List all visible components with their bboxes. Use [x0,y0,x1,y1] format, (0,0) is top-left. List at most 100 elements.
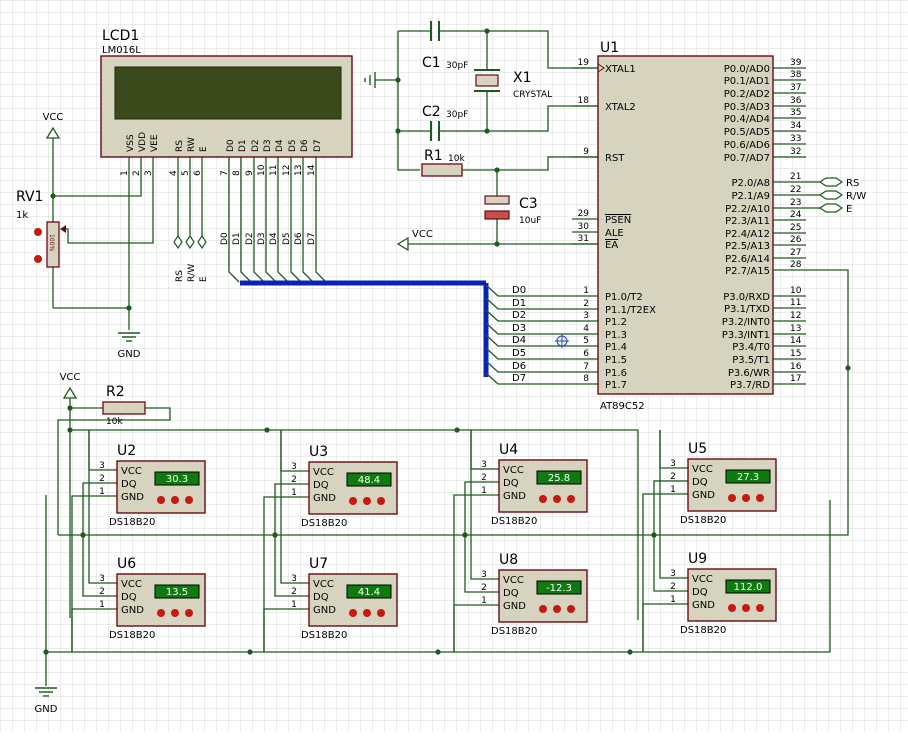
r1-ref-label: R1 [424,148,443,164]
mcu-pin-number: 3 [583,311,589,321]
sensor-button-icon[interactable] [157,496,165,504]
bus-net-label: D5 [512,348,526,359]
lcd-pin-number: 8 [232,170,242,176]
r2-body [102,401,146,415]
mcu-pin-name: XTAL2 [605,102,636,113]
sensor-button-icon[interactable] [171,609,179,617]
mcu-pin-number: 6 [583,349,589,359]
mcu-pin-name: P3.0/RXD [723,292,770,303]
sensor-button-icon[interactable] [363,497,371,505]
sensor-pin-number: 2 [481,473,487,483]
mcu-pin-number: 1 [583,286,589,296]
bus-net-label: D7 [512,373,526,384]
mcu-pin-number: 33 [790,134,801,144]
lcd-pin-label: D4 [275,139,285,152]
sensor-button-icon[interactable] [742,494,750,502]
mcu-pin-number: 24 [790,210,802,220]
sensor-button-icon[interactable] [157,609,165,617]
sensor-button-icon[interactable] [553,495,561,503]
sensor-button-icon[interactable] [728,494,736,502]
mcu-terminal-icon [818,203,844,213]
lcd-pin-label: RS [175,140,185,152]
sensor-pin-number: 2 [481,583,487,593]
sensor-button-icon[interactable] [728,604,736,612]
sensor-pin-number: 3 [481,570,487,580]
mcu-ref-label: U1 [600,40,619,56]
mcu-pin-number: 30 [578,222,590,232]
mcu-pin-name: P2.0/A8 [731,178,770,189]
sensor-pin-label: DQ [313,592,329,603]
sensor-pin-label: DQ [313,480,329,491]
sensor-pin-label: DQ [121,592,137,603]
sensor-button-icon[interactable] [349,609,357,617]
sensor-button-icon[interactable] [756,604,764,612]
lcd-ref-label: LCD1 [102,28,139,44]
sensor-pin-number: 1 [99,487,105,497]
mcu-pin-number: 35 [790,108,801,118]
mcu-pin-number: 21 [790,172,801,182]
mcu-pin-name: P3.2/INT0 [722,317,770,328]
sensor-pin-number: 1 [291,600,297,610]
mcu-pin-number: 31 [578,234,589,244]
junction-dot [484,128,490,134]
lcd-pin-number: 6 [193,170,203,176]
mcu-terminal-icon [818,190,844,200]
mcu-pin-number: 27 [790,248,801,258]
sensor-button-icon[interactable] [539,605,547,613]
sensor-pin-label: VCC [313,579,334,590]
junction-dot [627,649,633,655]
c1-ref-label: C1 [422,55,441,71]
sensor-button-icon[interactable] [377,609,385,617]
lcd-pin-number: 5 [181,170,191,176]
sensor-part-label: DS18B20 [301,518,347,529]
lcd-data-label: D3 [257,232,267,245]
sensor-button-icon[interactable] [553,605,561,613]
lcd-data-label: D5 [282,232,292,245]
sensor-button-icon[interactable] [539,495,547,503]
temperature-reading: 30.3 [166,474,188,485]
lcd-data-label: D6 [294,232,304,245]
lcd-ctrl-terminal-label: E [199,276,209,282]
sensor-button-icon[interactable] [756,494,764,502]
temperature-reading: 27.3 [737,472,759,483]
mcu-pin-number: 4 [583,324,589,334]
mcu-pin-name: P3.6/WR [728,368,770,379]
junction-dot [454,427,460,433]
sensor-part-label: DS18B20 [491,516,537,527]
sensor-button-icon[interactable] [742,604,750,612]
sensor-button-icon[interactable] [363,609,371,617]
bus-net-label: D3 [512,323,526,334]
junction-dot [272,532,278,538]
mcu-terminal-icon [818,177,844,187]
sensor-button-icon[interactable] [567,605,575,613]
mcu-pin-name: P0.5/AD5 [724,127,770,138]
sensor-pin-number: 3 [291,574,297,584]
mcu-pin-name: P2.4/A12 [725,229,770,240]
sensor-button-icon[interactable] [349,497,357,505]
sensor-button-icon[interactable] [567,495,575,503]
mcu-pin-name: P1.6 [605,368,627,379]
sensor-button-icon[interactable] [171,496,179,504]
sensor-pin-number: 2 [99,587,105,597]
junction-dot [435,649,441,655]
mcu-pin-name: P0.7/AD7 [724,153,770,164]
sensor-ref-label: U7 [309,556,328,572]
sensor-button-icon[interactable] [185,496,193,504]
sensor-pin-label: DQ [692,477,708,488]
lcd-pin-number: 1 [120,170,130,176]
lcd-pin-label: VEE [150,134,160,152]
bus-net-label: D4 [512,335,526,346]
sensor-button-icon[interactable] [185,609,193,617]
sensor-ref-label: U3 [309,444,328,460]
sensor-part-label: DS18B20 [109,630,155,641]
sensor-button-icon[interactable] [377,497,385,505]
lcd-pin-number: 7 [220,170,230,176]
mcu-pin-number: 12 [790,311,801,321]
mcu-terminal-label: R/W [846,191,866,202]
lcd-pin-label: D1 [238,139,248,152]
sensor-pin-number: 2 [670,472,676,482]
mcu-pin-number: 15 [790,349,801,359]
mcu-pin-name: P3.5/T1 [732,355,770,366]
mcu-pin-name: XTAL1 [605,64,636,75]
mcu-pin-number: 16 [790,362,802,372]
